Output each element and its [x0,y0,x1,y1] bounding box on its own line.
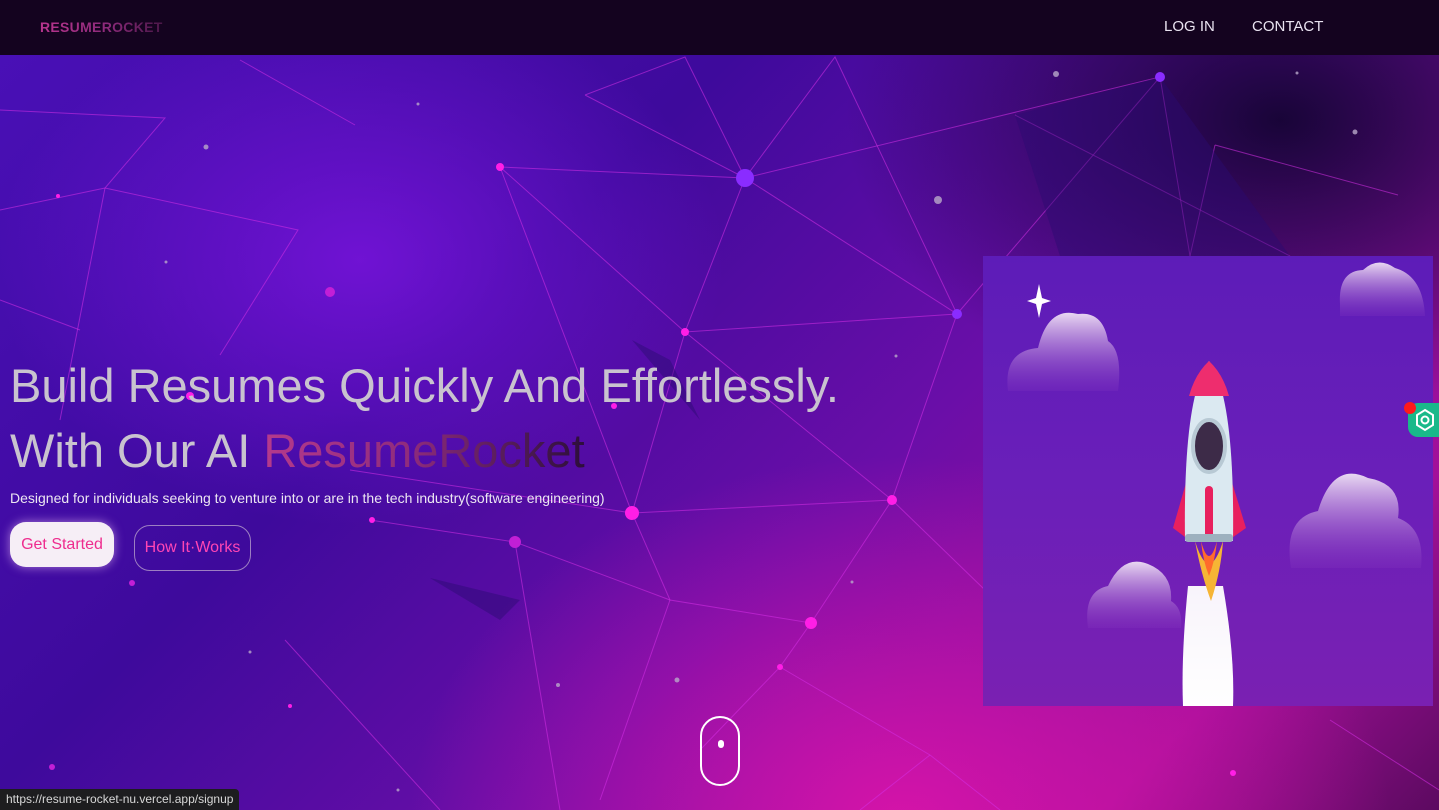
get-started-button[interactable]: Get Started [10,522,114,567]
rocket-launch-illustration [983,256,1433,706]
hero-title-prefix: With Our AI [10,424,264,477]
hero-subtitle: Designed for individuals seeking to vent… [10,490,605,506]
brand-logo[interactable]: RESUMEROCKET [40,19,163,35]
rocket-illustration-art [1007,262,1425,706]
top-navbar: RESUMEROCKET LOG IN CONTACT [0,0,1439,55]
hero-title-line2: With Our AI ResumeRocket [10,423,585,478]
nav-link-contact[interactable]: CONTACT [1252,18,1323,35]
scroll-wheel-indicator [718,740,724,748]
link-status-bar: https://resume-rocket-nu.vercel.app/sign… [0,789,240,810]
mouse-scroll-icon[interactable] [700,716,740,786]
how-it-works-button[interactable]: How It·Works [134,525,251,571]
hero-brand-accent: ResumeRocket [263,424,585,477]
hero-title-line1: Build Resumes Quickly And Effortlessly. [10,359,839,412]
notification-dot [1404,402,1416,414]
nav-link-login[interactable]: LOG IN [1164,18,1215,35]
